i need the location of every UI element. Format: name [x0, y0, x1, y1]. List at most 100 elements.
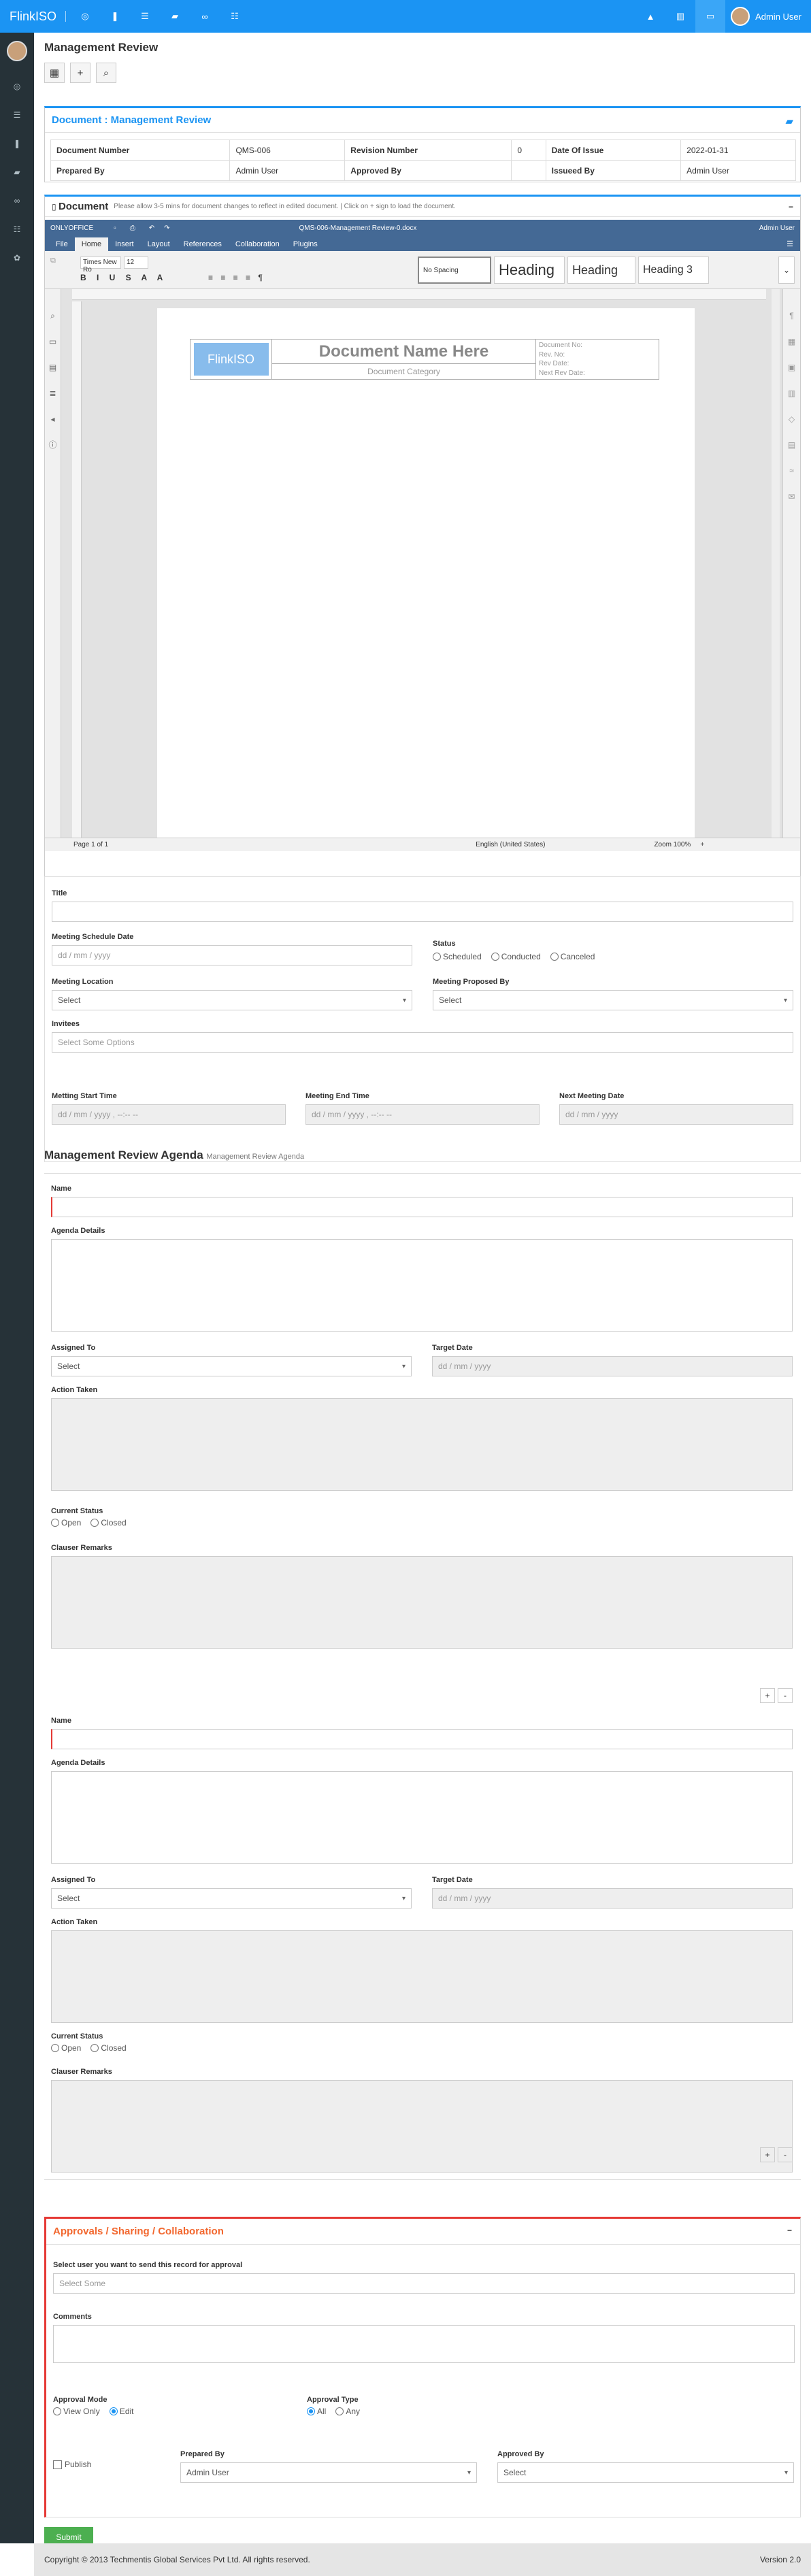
- agenda-name-input[interactable]: [51, 1729, 793, 1749]
- user-menu[interactable]: Admin User: [725, 7, 811, 26]
- prepared-by-select[interactable]: Admin User: [180, 2462, 477, 2483]
- bookmark-icon[interactable]: ❚: [100, 0, 130, 33]
- font-size-select[interactable]: 12: [124, 257, 148, 269]
- remove-row-button[interactable]: -: [778, 2147, 793, 2162]
- horizontal-ruler[interactable]: [72, 289, 766, 300]
- menu-plugins[interactable]: Plugins: [286, 237, 325, 251]
- menu-references[interactable]: References: [177, 237, 229, 251]
- agenda-details-textarea[interactable]: [51, 1771, 793, 1864]
- remarks-textarea[interactable]: [51, 1556, 793, 1649]
- invitees-input[interactable]: Select Some Options: [52, 1032, 793, 1053]
- approvers-input[interactable]: Select Some: [53, 2273, 795, 2294]
- status-open[interactable]: Open: [51, 1518, 81, 1528]
- comments-textarea[interactable]: [53, 2325, 795, 2363]
- mode-view-only[interactable]: View Only: [53, 2407, 100, 2416]
- agenda-details-textarea[interactable]: [51, 1239, 793, 1332]
- publish-checkbox[interactable]: Publish: [53, 2460, 91, 2470]
- style-heading-1[interactable]: Heading: [494, 257, 565, 284]
- prepared-by-label: Prepared By: [180, 2450, 225, 2458]
- sidebar-dashboard-icon[interactable]: ◎: [0, 72, 34, 101]
- style-no-spacing[interactable]: No Spacing: [418, 257, 491, 284]
- grid-view-button[interactable]: ▦: [44, 63, 65, 83]
- style-heading-2[interactable]: Heading: [567, 257, 635, 284]
- styles-expand-button[interactable]: ⌄: [778, 257, 795, 284]
- graduation-icon[interactable]: ▲: [635, 0, 665, 33]
- action-taken-textarea[interactable]: [51, 1398, 793, 1491]
- sidebar-avatar[interactable]: [7, 41, 27, 61]
- status-closed[interactable]: Closed: [90, 2043, 127, 2053]
- menu-insert[interactable]: Insert: [108, 237, 141, 251]
- format-buttons[interactable]: B I U S A A: [80, 273, 167, 282]
- menu-layout[interactable]: Layout: [141, 237, 177, 251]
- menu-file[interactable]: File: [49, 237, 75, 251]
- next-date-input[interactable]: dd / mm / yyyy: [559, 1104, 793, 1125]
- card-icon[interactable]: ▭: [695, 0, 726, 33]
- vertical-ruler[interactable]: [72, 301, 82, 838]
- target-date-input[interactable]: dd / mm / yyyy: [432, 1888, 793, 1909]
- agenda-name-input[interactable]: [51, 1197, 793, 1217]
- status-canceled[interactable]: Canceled: [550, 952, 595, 961]
- sidebar-bookmark-icon[interactable]: ❚: [0, 129, 34, 158]
- value-prepared-by: Admin User: [229, 160, 346, 181]
- end-time-input[interactable]: dd / mm / yyyy , --:-- --: [305, 1104, 540, 1125]
- sidebar-folder-icon[interactable]: ▰: [0, 158, 34, 186]
- proposed-select[interactable]: Select: [433, 990, 793, 1010]
- sidebar-link-icon[interactable]: ∞: [0, 186, 34, 215]
- mode-edit[interactable]: Edit: [109, 2407, 134, 2416]
- brand[interactable]: FlinkISO: [0, 10, 61, 24]
- approved-by-select[interactable]: Select: [497, 2462, 794, 2483]
- print-icon[interactable]: ⎙: [130, 225, 135, 232]
- sidebar-settings-icon[interactable]: ✿: [0, 244, 34, 272]
- collapse-button[interactable]: −: [789, 202, 793, 212]
- end-time-label: Meeting End Time: [305, 1092, 369, 1100]
- document-page[interactable]: FlinkISO Document Name Here Document Cat…: [157, 308, 695, 838]
- status-closed[interactable]: Closed: [90, 1518, 127, 1528]
- sidebar-list-icon[interactable]: ☰: [0, 101, 34, 129]
- assigned-select[interactable]: Select: [51, 1888, 412, 1909]
- type-all[interactable]: All: [307, 2407, 326, 2416]
- database-icon[interactable]: ☷: [220, 0, 250, 33]
- start-time-input[interactable]: dd / mm / yyyy , --:-- --: [52, 1104, 286, 1125]
- search-button[interactable]: ⌕: [96, 63, 116, 83]
- align-buttons[interactable]: ≡ ≡ ≡ ≡ ¶: [208, 273, 265, 282]
- remarks-textarea[interactable]: [51, 2080, 793, 2173]
- menu-collaboration[interactable]: Collaboration: [229, 237, 286, 251]
- save-icon[interactable]: ▫: [114, 225, 116, 232]
- add-row-button[interactable]: +: [760, 2147, 775, 2162]
- folder-open-icon[interactable]: ▰: [785, 115, 793, 127]
- folder-icon[interactable]: ▰: [160, 0, 190, 33]
- type-any[interactable]: Any: [335, 2407, 360, 2416]
- font-family-select[interactable]: Times New Ro: [80, 257, 121, 274]
- undo-icon[interactable]: ↶: [149, 225, 154, 232]
- status-open[interactable]: Open: [51, 2043, 81, 2053]
- status-conducted[interactable]: Conducted: [491, 952, 541, 961]
- assigned-select[interactable]: Select: [51, 1356, 412, 1376]
- approvals-collapse-button[interactable]: −: [787, 2226, 792, 2235]
- add-button[interactable]: +: [70, 63, 90, 83]
- chart-icon[interactable]: ▥: [665, 0, 695, 33]
- location-select[interactable]: Select: [52, 990, 412, 1010]
- remove-row-button[interactable]: -: [778, 1688, 793, 1703]
- menu-home[interactable]: Home: [74, 237, 109, 251]
- target-date-input[interactable]: dd / mm / yyyy: [432, 1356, 793, 1376]
- add-row-button[interactable]: +: [760, 1688, 775, 1703]
- meeting-date-input[interactable]: dd / mm / yyyy: [52, 945, 412, 965]
- right-tool-icons[interactable]: ¶ ▦ ▣ ▥ ◇ ▤ ≈ ✉: [783, 289, 800, 510]
- action-taken-textarea[interactable]: [51, 1930, 793, 2023]
- language-select[interactable]: English (United States): [476, 841, 545, 848]
- sidebar-database-icon[interactable]: ☷: [0, 215, 34, 244]
- style-heading-3[interactable]: Heading 3: [638, 257, 709, 284]
- status-scheduled[interactable]: Scheduled: [433, 952, 482, 961]
- vertical-scrollbar[interactable]: [772, 289, 780, 838]
- dashboard-icon[interactable]: ◎: [70, 0, 100, 33]
- list-icon[interactable]: ☰: [130, 0, 160, 33]
- copy-icon[interactable]: ⧉: [50, 257, 56, 265]
- zoom-in-icon[interactable]: +: [700, 841, 704, 848]
- link-icon[interactable]: ∞: [190, 0, 220, 33]
- title-input[interactable]: [52, 902, 793, 922]
- left-tool-icons[interactable]: ⌕ ▭ ▤ ≣ ◂ ⓘ: [45, 289, 61, 458]
- zoom-label[interactable]: Zoom 100%: [654, 841, 691, 848]
- hamburger-icon[interactable]: ☰: [780, 237, 800, 251]
- label-document-number: Document Number: [50, 139, 231, 161]
- redo-icon[interactable]: ↷: [164, 225, 169, 232]
